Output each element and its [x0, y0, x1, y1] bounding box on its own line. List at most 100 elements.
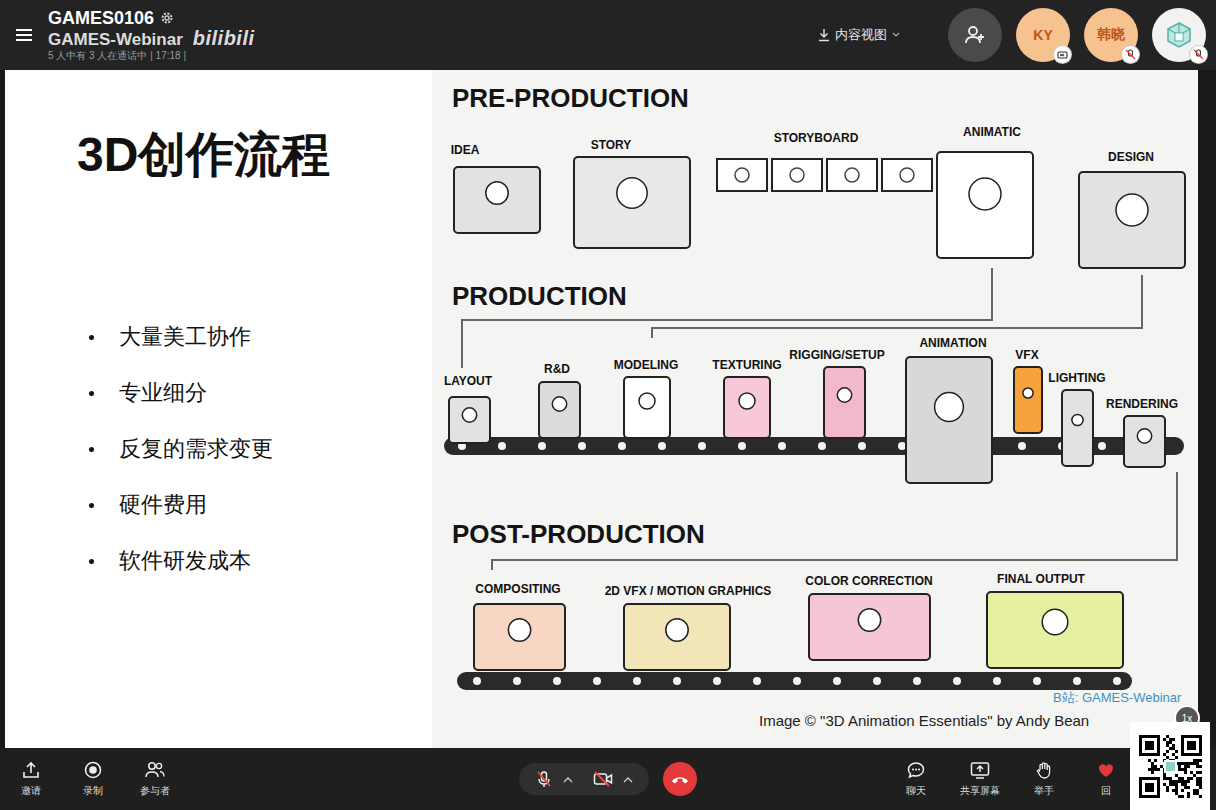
stage-illustration — [472, 602, 567, 672]
participant-name: KY — [1033, 27, 1052, 43]
view-mode-label: 内容视图 — [835, 26, 887, 44]
section-title: PRODUCTION — [452, 281, 627, 311]
mic-button[interactable] — [535, 770, 573, 788]
stage-illustration — [985, 590, 1125, 670]
stage-label: MODELING — [614, 358, 679, 372]
stage-label: ANIMATIC — [963, 125, 1021, 139]
stage-illustration — [722, 375, 772, 440]
bullet-dot — [89, 335, 94, 340]
caret-up-icon[interactable] — [563, 776, 573, 783]
stream-watermark: B站: GAMES-Webinar — [1053, 690, 1181, 706]
raise-hand-icon — [1034, 761, 1054, 779]
call-controls — [519, 762, 697, 796]
meeting-title-block: GAMES0106 GAMES-Webinar bilibili 5 人中有 3 人在… — [48, 8, 255, 62]
meeting-info: GAMES0106 GAMES-Webinar bilibili 5 人中有 3 人在… — [14, 8, 800, 62]
stage-label: VFX — [1015, 348, 1038, 362]
bullet-text: 反复的需求变更 — [119, 434, 273, 464]
toolbar-label: 聊天 — [906, 785, 926, 797]
participant-avatar[interactable]: 韩晓 — [1084, 8, 1138, 62]
camera-button[interactable] — [593, 771, 633, 787]
top-bar: GAMES0106 GAMES-Webinar bilibili 5 人中有 3 人在… — [0, 0, 1216, 70]
bilibili-logo: bilibili — [193, 29, 255, 48]
toolbar-label: 举手 — [1034, 785, 1054, 797]
bullet-item: 专业细分 — [89, 378, 432, 408]
bullet-list: 大量美工协作专业细分反复的需求变更硬件费用软件研发成本 — [77, 322, 432, 576]
top-right: 内容视图 KY 韩晓 — [812, 8, 1206, 62]
mic-off-icon — [1125, 49, 1136, 60]
caret-up-icon[interactable] — [623, 776, 633, 783]
bullet-text: 大量美工协作 — [119, 322, 251, 352]
section-title: POST-PRODUCTION — [452, 519, 705, 549]
slide: 3D创作流程大量美工协作专业细分反复的需求变更硬件费用软件研发成本PRE-PRO… — [5, 70, 1198, 748]
stage-label: R&D — [544, 362, 570, 376]
participant-avatar[interactable]: KY — [1016, 8, 1070, 62]
stage-illustration — [572, 155, 692, 250]
watermark-text: GAMES-Webinar — [48, 30, 183, 49]
bullet-text: 软件研发成本 — [119, 546, 251, 576]
stage-illustration — [622, 602, 732, 672]
add-participant-button[interactable] — [948, 8, 1002, 62]
bullet-dot — [89, 559, 94, 564]
menu-icon[interactable] — [14, 27, 34, 43]
stage-illustration — [537, 380, 582, 440]
meeting-title-row: GAMES0106 — [48, 8, 255, 28]
view-mode-button[interactable]: 内容视图 — [812, 22, 906, 48]
camera-off-icon — [1057, 49, 1068, 60]
qr-code — [1130, 722, 1210, 810]
bullet-text: 专业细分 — [119, 378, 207, 408]
bullet-text: 硬件费用 — [119, 490, 207, 520]
shared-screen: 3D创作流程大量美工协作专业细分反复的需求变更硬件费用软件研发成本PRE-PRO… — [0, 70, 1216, 748]
mic-off-icon[interactable] — [535, 770, 553, 788]
stage-illustration — [622, 375, 672, 440]
camera-off-icon[interactable] — [593, 771, 613, 787]
upload-icon — [21, 761, 41, 779]
bullet-item: 软件研发成本 — [89, 546, 432, 576]
muted-badge — [1190, 46, 1207, 63]
chat-icon — [906, 761, 926, 779]
toolbar-button[interactable]: 回 — [1088, 761, 1124, 797]
participant-name: 韩晓 — [1097, 26, 1125, 44]
stage-label: IDEA — [451, 143, 480, 157]
stage-illustration — [1060, 388, 1095, 468]
download-view-icon — [818, 28, 830, 42]
toolbar-label: 邀请 — [21, 785, 41, 797]
bottom-toolbar: 邀请 录制 参与者聊天 共享屏幕 举手 回 — [0, 748, 1216, 810]
toolbar-button[interactable]: 聊天 — [898, 761, 934, 797]
chevron-down-icon — [892, 32, 900, 38]
meeting-status: 5 人中有 3 人在通话中 | 17:18 | — [48, 50, 255, 62]
stage-illustration — [822, 365, 867, 440]
bullet-item: 硬件费用 — [89, 490, 432, 520]
participants-icon — [145, 761, 165, 779]
stage-illustration — [715, 155, 935, 195]
watermark: GAMES-Webinar bilibili — [48, 29, 255, 49]
toolbar-button[interactable]: 录制 — [75, 761, 111, 797]
person-add-icon — [964, 25, 986, 45]
record-icon — [83, 761, 103, 779]
toolbar-left: 邀请 录制 参与者 — [0, 761, 519, 797]
stage-label: STORYBOARD — [774, 131, 859, 145]
heart-icon — [1096, 761, 1116, 779]
slide-title: 3D创作流程 — [77, 125, 432, 185]
stage-label: TEXTURING — [712, 358, 781, 372]
toolbar-button[interactable]: 共享屏幕 — [960, 761, 1000, 797]
participant-avatar[interactable] — [1152, 8, 1206, 62]
pipeline-figure: PRE-PRODUCTION IDEA STORY STORYBOARD ANIMATI… — [432, 70, 1198, 748]
section-title: PRE-PRODUCTION — [452, 83, 689, 113]
toolbar-button[interactable]: 参与者 — [137, 761, 173, 797]
toolbar-button[interactable]: 邀请 — [13, 761, 49, 797]
stage-illustration — [935, 150, 1035, 260]
gear-icon[interactable] — [160, 11, 174, 25]
stage-label: STORY — [591, 138, 632, 152]
toolbar-label: 共享屏幕 — [960, 785, 1000, 797]
end-call-button[interactable] — [663, 762, 697, 796]
image-credit: Image © "3D Animation Essentials" by And… — [759, 712, 1089, 730]
toolbar-button[interactable]: 举手 — [1026, 761, 1062, 797]
toolbar-label: 录制 — [83, 785, 103, 797]
bullet-item: 反复的需求变更 — [89, 434, 432, 464]
media-controls — [519, 763, 649, 795]
stage-illustration — [1012, 365, 1044, 435]
stage-illustration — [904, 355, 994, 485]
stage-illustration — [1122, 414, 1167, 469]
stage-label: COLOR CORRECTION — [805, 574, 932, 588]
muted-badge — [1054, 46, 1071, 63]
